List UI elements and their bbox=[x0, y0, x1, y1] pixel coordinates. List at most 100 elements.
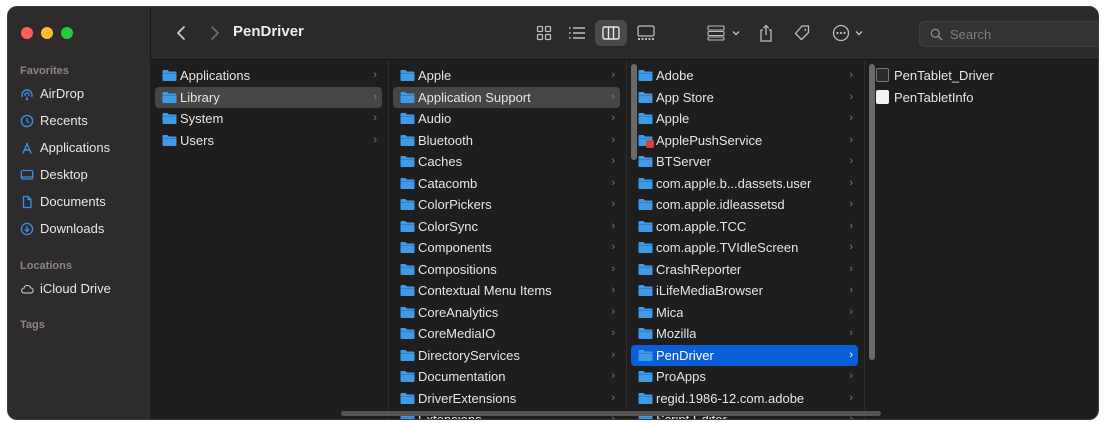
list-item-label: com.apple.idleassetsd bbox=[656, 197, 785, 212]
icon-view-button[interactable] bbox=[529, 20, 559, 46]
list-item[interactable]: com.apple.idleassetsd › bbox=[631, 194, 858, 215]
list-item[interactable]: PenDriver › bbox=[631, 344, 858, 366]
list-item[interactable]: Mozilla › bbox=[631, 323, 858, 344]
folder-icon bbox=[638, 371, 653, 382]
finder-window: Favorites AirDrop Recents Applications D… bbox=[7, 6, 1099, 420]
column-4[interactable]: PenTablet_Driver PenTabletInfo bbox=[865, 60, 1098, 419]
sidebar-item-applications[interactable]: Applications bbox=[8, 134, 150, 161]
sidebar-item-icloud-drive[interactable]: iCloud Drive bbox=[8, 275, 150, 302]
folder-icon bbox=[638, 263, 653, 275]
list-item-label: Documentation bbox=[418, 369, 506, 384]
back-button[interactable] bbox=[173, 20, 189, 46]
list-item[interactable]: Bluetooth › bbox=[393, 130, 620, 151]
list-icon bbox=[569, 27, 585, 39]
list-item[interactable]: Documentation › bbox=[393, 366, 620, 387]
list-item[interactable]: PenTabletInfo bbox=[869, 87, 1097, 108]
list-item[interactable]: iLifeMediaBrowser › bbox=[631, 280, 858, 301]
group-menu-button[interactable] bbox=[704, 20, 744, 46]
list-item[interactable]: ColorSync › bbox=[393, 216, 620, 237]
column-view-button[interactable] bbox=[595, 20, 627, 46]
list-item[interactable]: App Store › bbox=[631, 87, 858, 108]
folder-icon bbox=[400, 242, 415, 253]
list-item[interactable]: Apple › bbox=[631, 108, 858, 129]
search-icon bbox=[930, 28, 943, 40]
close-button[interactable] bbox=[21, 27, 33, 39]
share-button[interactable] bbox=[754, 20, 778, 46]
list-item[interactable]: Adobe › bbox=[631, 65, 858, 86]
horizontal-scrollbar[interactable] bbox=[341, 411, 881, 416]
list-item[interactable]: Applications › bbox=[155, 65, 382, 86]
list-item[interactable]: Audio › bbox=[393, 108, 620, 129]
list-item[interactable]: Caches › bbox=[393, 151, 620, 172]
list-item-label: iLifeMediaBrowser bbox=[656, 283, 763, 298]
sidebar-tags: Tags bbox=[8, 316, 150, 334]
chevron-right-icon: › bbox=[849, 176, 853, 189]
column-2[interactable]: Apple › Application Support › Audio › Bluetoot… bbox=[389, 60, 627, 419]
list-item[interactable]: com.apple.TCC › bbox=[631, 216, 858, 237]
list-item[interactable]: com.apple.TVIdleScreen › bbox=[631, 237, 858, 258]
folder-icon bbox=[638, 328, 653, 339]
list-item[interactable]: Users › bbox=[155, 130, 382, 151]
folder-icon bbox=[400, 263, 415, 275]
list-item-label: CrashReporter bbox=[656, 261, 742, 277]
column-3[interactable]: Adobe › App Store › Apple › ApplePushService › B… bbox=[627, 60, 865, 419]
list-item-label: PenTabletInfo bbox=[894, 89, 974, 105]
zoom-button[interactable] bbox=[61, 27, 73, 39]
chevron-right-icon: › bbox=[849, 133, 853, 146]
list-item[interactable]: Mica › bbox=[631, 302, 858, 323]
list-item[interactable]: DirectoryServices › bbox=[393, 345, 620, 366]
list-item[interactable]: Application Support › bbox=[393, 86, 620, 108]
sidebar-item-airdrop[interactable]: AirDrop bbox=[8, 80, 150, 107]
share-icon bbox=[760, 24, 772, 42]
list-item[interactable]: ApplePushService › bbox=[631, 130, 858, 151]
search-field[interactable]: Search bbox=[919, 21, 1098, 47]
list-item[interactable]: CrashReporter › bbox=[631, 259, 858, 280]
list-item[interactable]: System › bbox=[155, 108, 382, 129]
folder-icon bbox=[400, 177, 415, 189]
list-item[interactable]: ProApps › bbox=[631, 366, 858, 387]
folder-icon bbox=[638, 177, 653, 189]
sidebar-item-label: Desktop bbox=[40, 167, 88, 182]
list-item[interactable]: Compositions › bbox=[393, 259, 620, 280]
sidebar-item-recents[interactable]: Recents bbox=[8, 107, 150, 134]
list-item[interactable]: CoreMediaIO › bbox=[393, 323, 620, 344]
list-item[interactable]: Library › bbox=[155, 86, 382, 108]
folder-icon bbox=[400, 70, 415, 81]
list-item[interactable]: DriverExtensions › bbox=[393, 388, 620, 409]
list-item[interactable]: Catacomb › bbox=[393, 173, 620, 194]
folder-icon bbox=[400, 199, 415, 210]
document-icon bbox=[20, 195, 34, 209]
sidebar-item-downloads[interactable]: Downloads bbox=[8, 215, 150, 242]
list-item[interactable]: CoreAnalytics › bbox=[393, 302, 620, 323]
list-item-label: Contextual Menu Items bbox=[418, 283, 552, 298]
column-3-scrollbar[interactable] bbox=[869, 64, 875, 360]
list-item[interactable]: ColorPickers › bbox=[393, 194, 620, 215]
list-view-button[interactable] bbox=[562, 20, 592, 46]
folder-icon bbox=[162, 91, 177, 103]
list-item[interactable]: Components › bbox=[393, 237, 620, 258]
chevron-right-icon: › bbox=[611, 284, 615, 296]
column-browser: Applications › Library › System › Users › Apple… bbox=[151, 60, 1098, 419]
column-2-scrollbar[interactable] bbox=[631, 64, 637, 160]
list-item[interactable]: PenTablet_Driver bbox=[869, 65, 1097, 86]
folder-icon bbox=[400, 392, 415, 404]
cloud-icon bbox=[20, 282, 34, 296]
sidebar-item-documents[interactable]: Documents bbox=[8, 188, 150, 215]
list-item[interactable]: regid.1986-12.com.adobe › bbox=[631, 388, 858, 409]
list-item[interactable]: BTServer › bbox=[631, 151, 858, 172]
minimize-button[interactable] bbox=[41, 27, 53, 39]
chevron-right-icon: › bbox=[611, 370, 615, 382]
tag-button[interactable] bbox=[789, 20, 815, 46]
gallery-view-button[interactable] bbox=[631, 20, 661, 46]
list-item[interactable]: Contextual Menu Items › bbox=[393, 280, 620, 301]
list-item-label: Catacomb bbox=[418, 175, 478, 191]
window-controls bbox=[21, 27, 73, 39]
chevron-right-icon: › bbox=[849, 90, 853, 103]
chevron-right-icon: › bbox=[611, 90, 615, 103]
column-1[interactable]: Applications › Library › System › Users › bbox=[151, 60, 389, 419]
sidebar-item-desktop[interactable]: Desktop bbox=[8, 161, 150, 188]
list-item[interactable]: Apple › bbox=[393, 65, 620, 86]
list-item[interactable]: com.apple.b...dassets.user › bbox=[631, 173, 858, 194]
action-menu-button[interactable] bbox=[827, 20, 869, 46]
forward-button[interactable] bbox=[207, 20, 223, 46]
